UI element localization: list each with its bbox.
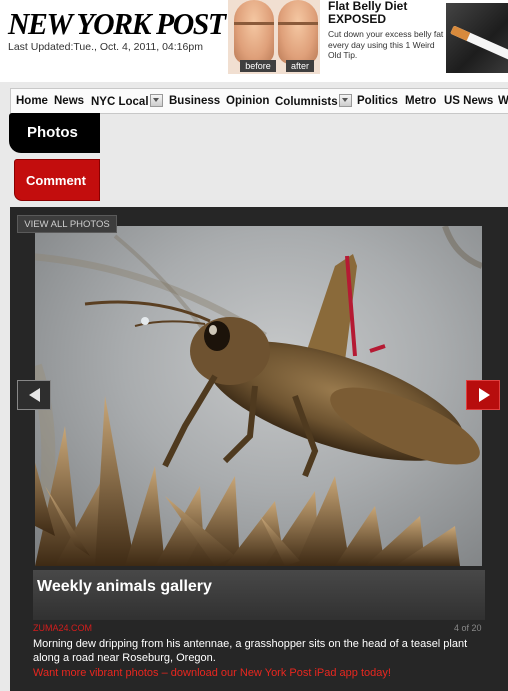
gallery-title: Weekly animals gallery	[37, 578, 212, 595]
advertisement[interactable]: before after Flat Belly Diet EXPOSED Cut…	[228, 0, 508, 78]
chevron-down-icon[interactable]	[338, 94, 352, 107]
ad-title[interactable]: Flat Belly Diet EXPOSED	[328, 0, 440, 26]
ad-text[interactable]: Cut down your excess belly fat every day…	[328, 29, 446, 61]
tab-comment-label: Comment	[26, 173, 86, 188]
site-header: NEW YORK POST Last Updated:Tue., Oct. 4,…	[0, 0, 508, 82]
nav-columnists[interactable]: Columnists	[275, 94, 352, 109]
ad-image[interactable]: before after	[228, 0, 320, 74]
nav-nyc-local[interactable]: NYC Local	[91, 94, 163, 109]
nav-us-news[interactable]: US News	[444, 94, 493, 108]
ipad-app-promo-link[interactable]: Want more vibrant photos – download our …	[33, 667, 391, 679]
nav-metro[interactable]: Metro	[405, 94, 436, 108]
gallery-photo[interactable]	[35, 226, 482, 566]
last-updated: Last Updated:Tue., Oct. 4, 2011, 04:16pm	[8, 41, 203, 53]
ad-before-label: before	[240, 60, 276, 72]
nypost-logo[interactable]: NEW YORK POST	[8, 7, 226, 41]
tab-comment[interactable]: Comment	[14, 159, 100, 201]
grasshopper-photo	[35, 226, 482, 566]
chevron-down-icon[interactable]	[149, 94, 163, 107]
nav-home[interactable]: Home	[16, 94, 48, 108]
nav-world[interactable]: W	[498, 94, 508, 108]
nav-business[interactable]: Business	[169, 94, 220, 108]
previous-photo-button[interactable]	[17, 380, 51, 410]
nav-news[interactable]: News	[54, 94, 84, 108]
tab-photos-label: Photos	[27, 124, 78, 141]
view-all-photos-button[interactable]: VIEW ALL PHOTOS	[17, 215, 117, 233]
photo-caption: Morning dew dripping from his antennae, …	[33, 638, 468, 664]
photo-counter: 4 of 20	[454, 623, 482, 633]
next-photo-button[interactable]	[466, 380, 500, 410]
nav-politics[interactable]: Politics	[357, 94, 398, 108]
logo-text: NEW YORK POST	[8, 6, 226, 41]
ad-cigarette-image[interactable]	[446, 3, 508, 73]
main-nav: Home News NYC Local Business Opinion Col…	[10, 88, 508, 114]
photo-credit: ZUMA24.COM	[33, 623, 93, 633]
tab-photos[interactable]: Photos	[9, 113, 100, 153]
caption-bar: Weekly animals gallery	[33, 570, 485, 620]
ad-after-label: after	[286, 60, 314, 72]
nav-columnists-label: Columnists	[275, 96, 338, 108]
nav-nyc-local-label: NYC Local	[91, 96, 149, 108]
nav-opinion[interactable]: Opinion	[226, 94, 269, 108]
